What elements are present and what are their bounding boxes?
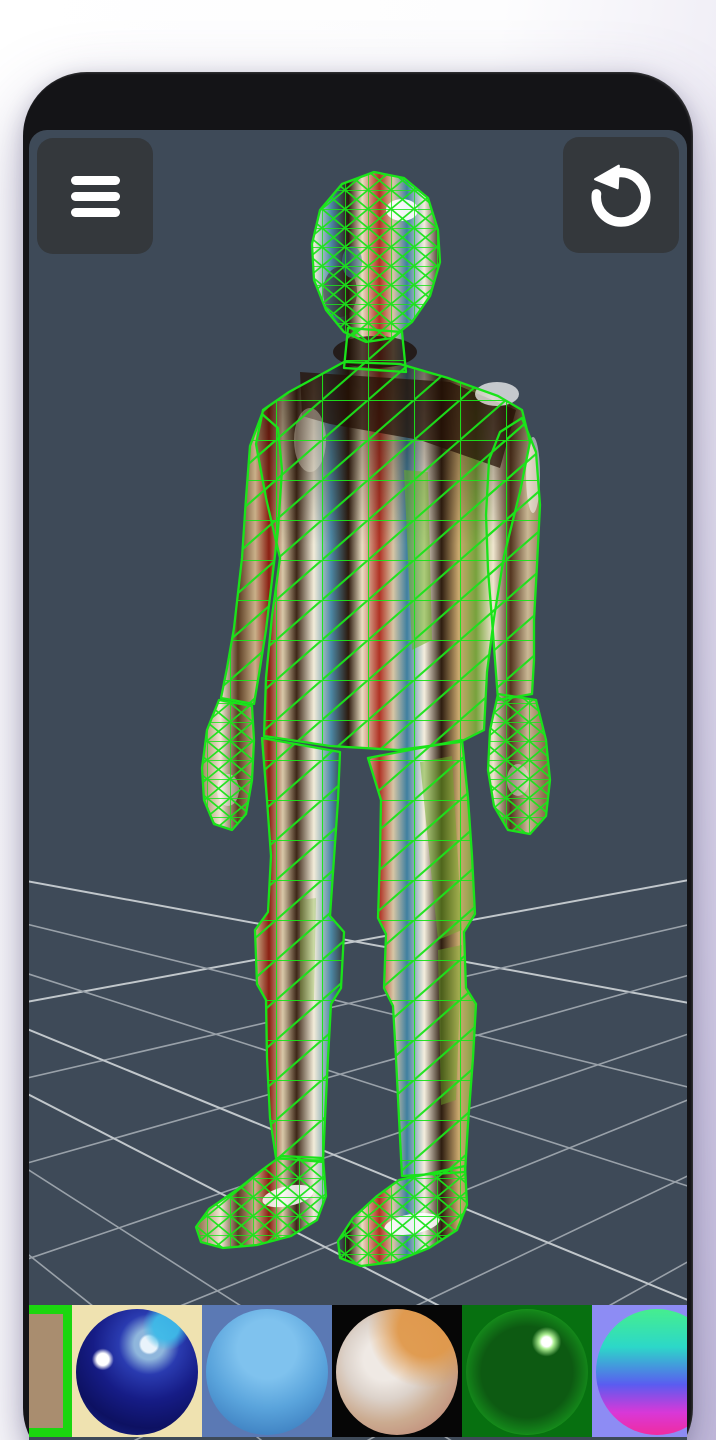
material-sphere <box>206 1309 328 1435</box>
material-thumbnail[interactable] <box>202 1305 332 1437</box>
material-sphere <box>336 1309 458 1435</box>
reset-view-button[interactable] <box>563 137 679 253</box>
3d-viewport-canvas[interactable] <box>29 130 687 1440</box>
material-thumbnail[interactable] <box>592 1305 687 1437</box>
model-wireframe <box>196 172 550 1266</box>
menu-button[interactable] <box>37 138 153 254</box>
material-sphere <box>466 1309 588 1435</box>
material-sphere <box>596 1309 687 1435</box>
material-thumbnail[interactable] <box>332 1305 462 1437</box>
material-thumbnail[interactable] <box>29 1305 72 1437</box>
app-screen <box>29 130 687 1440</box>
hamburger-icon <box>71 172 120 220</box>
material-picker-bar <box>29 1305 687 1437</box>
phone-frame <box>23 72 693 1440</box>
rotate-ccw-icon <box>585 159 657 231</box>
human-model <box>196 172 550 1266</box>
material-thumbnail[interactable] <box>72 1305 202 1437</box>
app-store-screenshot: { "app": { "description": "3D modeling v… <box>0 0 716 1440</box>
material-thumbnail[interactable] <box>462 1305 592 1437</box>
material-sphere <box>76 1309 198 1435</box>
